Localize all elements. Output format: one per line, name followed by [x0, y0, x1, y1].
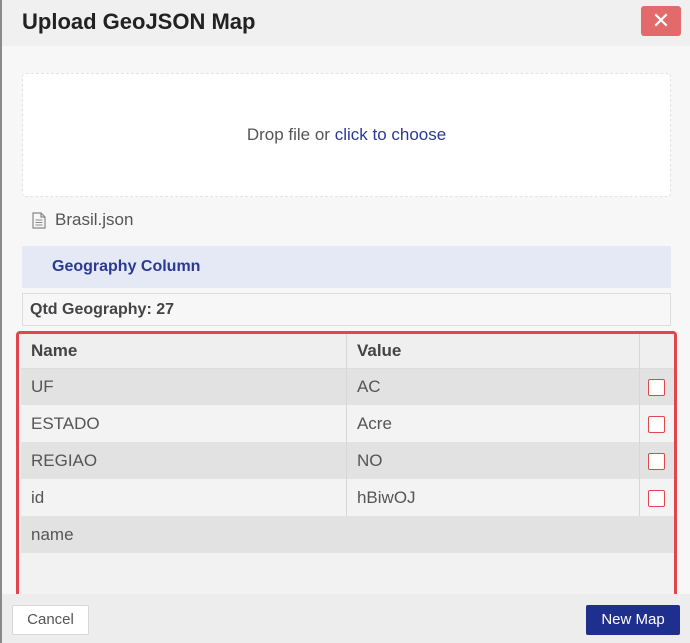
row-checkbox[interactable]: [648, 452, 666, 470]
row-value: hBiwOJ: [346, 479, 640, 516]
properties-table: Name Value UF AC ESTADO Acre REGIAO NO i…: [21, 334, 674, 553]
table-row: UF AC: [21, 368, 674, 405]
table-row: ESTADO Acre: [21, 405, 674, 442]
row-select-empty: [639, 516, 674, 553]
column-header-value: Value: [346, 334, 640, 369]
table-row: REGIAO NO: [21, 442, 674, 479]
geography-column-header[interactable]: Geography Column: [22, 246, 671, 288]
row-name: name: [21, 516, 347, 553]
table-row: name: [21, 516, 674, 553]
dialog-footer: Cancel New Map: [2, 594, 690, 643]
dialog-body: Drop file or click to choose Brasil.json…: [2, 46, 690, 599]
close-button[interactable]: ✕: [641, 6, 681, 36]
row-name: id: [21, 479, 347, 516]
row-checkbox[interactable]: [648, 489, 666, 507]
dialog-title: Upload GeoJSON Map: [22, 9, 256, 34]
new-map-button[interactable]: New Map: [586, 605, 680, 635]
file-name: Brasil.json: [55, 210, 134, 229]
dialog-header: Upload GeoJSON Map ✕: [2, 0, 690, 46]
row-name: REGIAO: [21, 442, 347, 479]
row-name: ESTADO: [21, 405, 347, 442]
row-checkbox[interactable]: [648, 415, 666, 433]
dropzone-text: Drop file or: [246, 125, 335, 144]
row-value: NO: [346, 442, 640, 479]
cancel-button[interactable]: Cancel: [12, 605, 89, 635]
qtd-geography: Qtd Geography: 27: [22, 293, 671, 326]
column-header-select: [639, 334, 674, 369]
row-name: UF: [21, 368, 347, 405]
close-icon: ✕: [651, 8, 671, 33]
row-checkbox[interactable]: [648, 378, 666, 396]
column-header-name: Name: [21, 334, 347, 369]
row-value: Acre: [346, 405, 640, 442]
choose-file-link[interactable]: click to choose: [335, 125, 447, 144]
file-icon: [32, 211, 46, 229]
row-value: AC: [346, 368, 640, 405]
table-row: id hBiwOJ: [21, 479, 674, 516]
selected-file: Brasil.json: [32, 209, 133, 231]
file-dropzone[interactable]: Drop file or click to choose: [22, 73, 671, 197]
properties-table-wrapper: Name Value UF AC ESTADO Acre REGIAO NO i…: [16, 331, 677, 599]
row-value: [346, 516, 640, 553]
